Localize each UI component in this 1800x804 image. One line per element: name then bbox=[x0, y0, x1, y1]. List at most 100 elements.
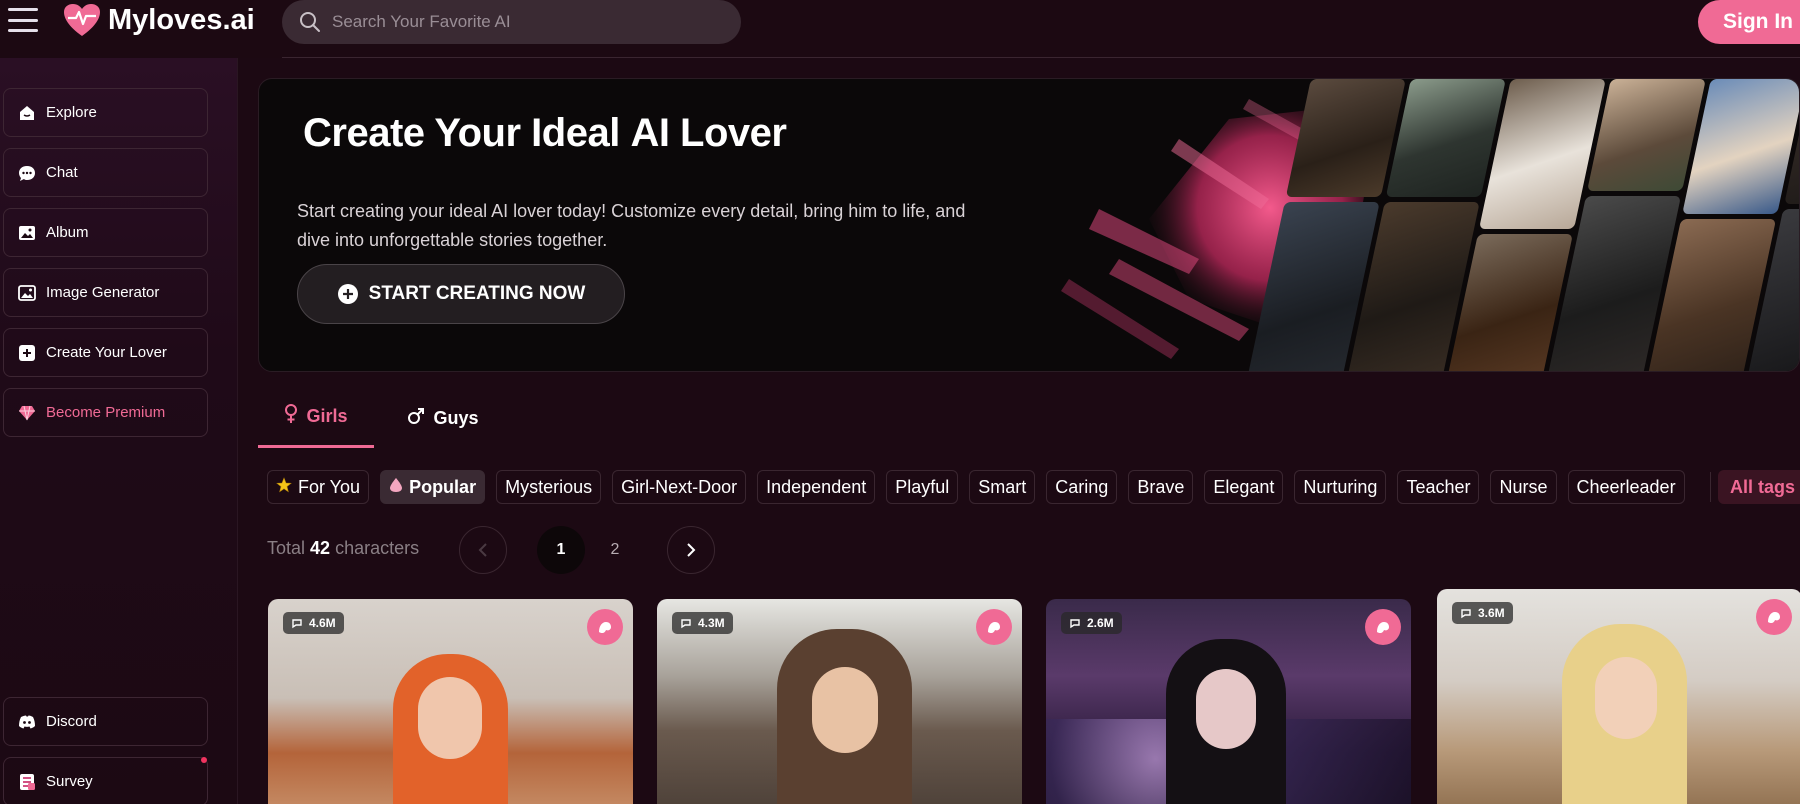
survey-icon bbox=[18, 773, 36, 791]
tag-label: Mysterious bbox=[505, 476, 593, 497]
tag-nurse[interactable]: Nurse bbox=[1490, 470, 1557, 504]
tag-popular[interactable]: Popular bbox=[380, 470, 486, 504]
chat-bubble-icon bbox=[988, 622, 1000, 634]
sidebar-item-discord[interactable]: Discord bbox=[3, 697, 208, 746]
character-face bbox=[1595, 657, 1657, 739]
chat-count-icon bbox=[681, 619, 691, 629]
search-input[interactable] bbox=[332, 12, 692, 32]
start-creating-button[interactable]: START CREATING NOW bbox=[297, 264, 625, 324]
hero-title-highlight-text: AI Lover bbox=[630, 111, 787, 155]
logo[interactable]: Myloves.ai bbox=[62, 2, 255, 38]
chat-bubble-icon bbox=[1768, 612, 1780, 624]
tag-teacher[interactable]: Teacher bbox=[1397, 470, 1480, 504]
character-thumbnail bbox=[1587, 79, 1706, 191]
hero-photo-collage bbox=[1244, 79, 1799, 371]
character-thumbnail bbox=[1385, 79, 1506, 197]
sidebar-item-label: Image Generator bbox=[46, 284, 160, 301]
tab-girls[interactable]: Girls bbox=[258, 388, 374, 448]
favorite-button[interactable] bbox=[1365, 609, 1401, 645]
hero-title: Create Your Ideal AI Lover bbox=[303, 111, 791, 156]
tag-label: For You bbox=[298, 476, 361, 497]
character-face bbox=[418, 677, 482, 759]
image-generator-icon bbox=[18, 284, 36, 302]
tag-caring[interactable]: Caring bbox=[1046, 470, 1118, 504]
favorite-button[interactable] bbox=[1756, 599, 1792, 635]
hero-subtitle: Start creating your ideal AI lover today… bbox=[297, 201, 966, 250]
tag-label: Nurturing bbox=[1303, 476, 1378, 497]
total-suffix: characters bbox=[330, 538, 420, 558]
menu-icon[interactable] bbox=[6, 6, 40, 34]
tag-smart[interactable]: Smart bbox=[969, 470, 1036, 504]
tag-girl-next-door[interactable]: Girl-Next-Door bbox=[612, 470, 747, 504]
chat-count-icon bbox=[1070, 619, 1080, 629]
favorite-button[interactable] bbox=[587, 609, 623, 645]
plus-circle-icon bbox=[337, 284, 358, 304]
favorite-button[interactable] bbox=[976, 609, 1012, 645]
sidebar-item-label: Album bbox=[46, 224, 89, 241]
chat-count: 4.6M bbox=[309, 616, 336, 630]
male-icon bbox=[407, 407, 425, 430]
tab-guys[interactable]: Guys bbox=[398, 388, 488, 448]
tag-label: Teacher bbox=[1406, 476, 1471, 497]
heart-logo-icon bbox=[64, 4, 100, 36]
diamond-icon bbox=[18, 404, 36, 422]
tag-label: Brave bbox=[1137, 476, 1185, 497]
chat-bubble-icon bbox=[599, 622, 611, 634]
tag-brave[interactable]: Brave bbox=[1128, 470, 1194, 504]
sidebar-item-survey[interactable]: Survey bbox=[3, 757, 208, 804]
character-card[interactable]: 2.6M bbox=[1046, 599, 1411, 804]
tag-elegant[interactable]: Elegant bbox=[1204, 470, 1284, 504]
chat-count: 3.6M bbox=[1478, 606, 1505, 620]
total-prefix: Total bbox=[267, 538, 311, 558]
tag-nurturing[interactable]: Nurturing bbox=[1294, 470, 1387, 504]
sidebar-item-label: Discord bbox=[46, 713, 97, 730]
top-bar: Myloves.ai Sign In bbox=[0, 0, 1800, 58]
pagination-prev[interactable] bbox=[459, 526, 507, 574]
search-icon bbox=[300, 12, 320, 32]
chat-count-icon bbox=[1461, 609, 1471, 619]
total-count: 42 bbox=[310, 538, 331, 558]
tag-cheerleader[interactable]: Cheerleader bbox=[1567, 470, 1685, 504]
chat-count-icon bbox=[292, 619, 302, 629]
pagination-next[interactable] bbox=[667, 526, 715, 574]
sidebar-item-label: Chat bbox=[46, 164, 78, 181]
hero-title-highlight: AI Lover bbox=[630, 111, 791, 156]
tab-label: Guys bbox=[433, 407, 479, 428]
pagination-page-2[interactable]: 2 bbox=[591, 526, 639, 574]
character-card[interactable]: 4.6M bbox=[268, 599, 633, 804]
sidebar-item-chat[interactable]: Chat bbox=[3, 148, 208, 197]
gender-tabs: Girls Guys bbox=[258, 388, 758, 450]
tag-independent[interactable]: Independent bbox=[757, 470, 876, 504]
chevron-left-icon bbox=[478, 543, 487, 557]
tag-label: Cheerleader bbox=[1576, 476, 1676, 497]
home-icon bbox=[18, 104, 36, 122]
sign-in-button[interactable]: Sign In bbox=[1698, 0, 1800, 44]
tag-label: Independent bbox=[766, 476, 867, 497]
sidebar-item-album[interactable]: Album bbox=[3, 208, 208, 257]
sidebar-item-image-generator[interactable]: Image Generator bbox=[3, 268, 208, 317]
pagination-page-1[interactable]: 1 bbox=[537, 526, 585, 574]
sidebar-item-label: Survey bbox=[46, 773, 93, 790]
tag-playful[interactable]: Playful bbox=[886, 470, 959, 504]
chevron-right-icon bbox=[687, 543, 696, 557]
hero-banner: Create Your Ideal AI Lover Start creatin… bbox=[258, 78, 1800, 372]
sidebar-item-explore[interactable]: Explore bbox=[3, 88, 208, 137]
plus-square-icon bbox=[18, 344, 36, 362]
sidebar-item-label: Create Your Lover bbox=[46, 344, 167, 361]
sidebar-item-create-your-lover[interactable]: Create Your Lover bbox=[3, 328, 208, 377]
search-bar[interactable] bbox=[282, 0, 741, 44]
tag-filter-row: For You Popular Mysterious Girl-Next-Doo… bbox=[267, 470, 1685, 504]
tag-label: Girl-Next-Door bbox=[621, 476, 738, 497]
tag-mysterious[interactable]: Mysterious bbox=[496, 470, 602, 504]
chat-count: 2.6M bbox=[1087, 616, 1114, 630]
all-tags-button[interactable]: All tags bbox=[1710, 470, 1800, 504]
tag-label: Caring bbox=[1055, 476, 1109, 497]
sidebar-item-label: Explore bbox=[46, 104, 97, 121]
tag-for-you[interactable]: For You bbox=[267, 470, 370, 504]
character-card[interactable]: 3.6M bbox=[1437, 589, 1800, 804]
image-icon bbox=[18, 224, 36, 242]
chat-count-badge: 2.6M bbox=[1061, 612, 1122, 634]
sidebar-item-become-premium[interactable]: Become Premium bbox=[3, 388, 208, 437]
tag-label: Playful bbox=[895, 476, 950, 497]
character-card[interactable]: 4.3M bbox=[657, 599, 1022, 804]
